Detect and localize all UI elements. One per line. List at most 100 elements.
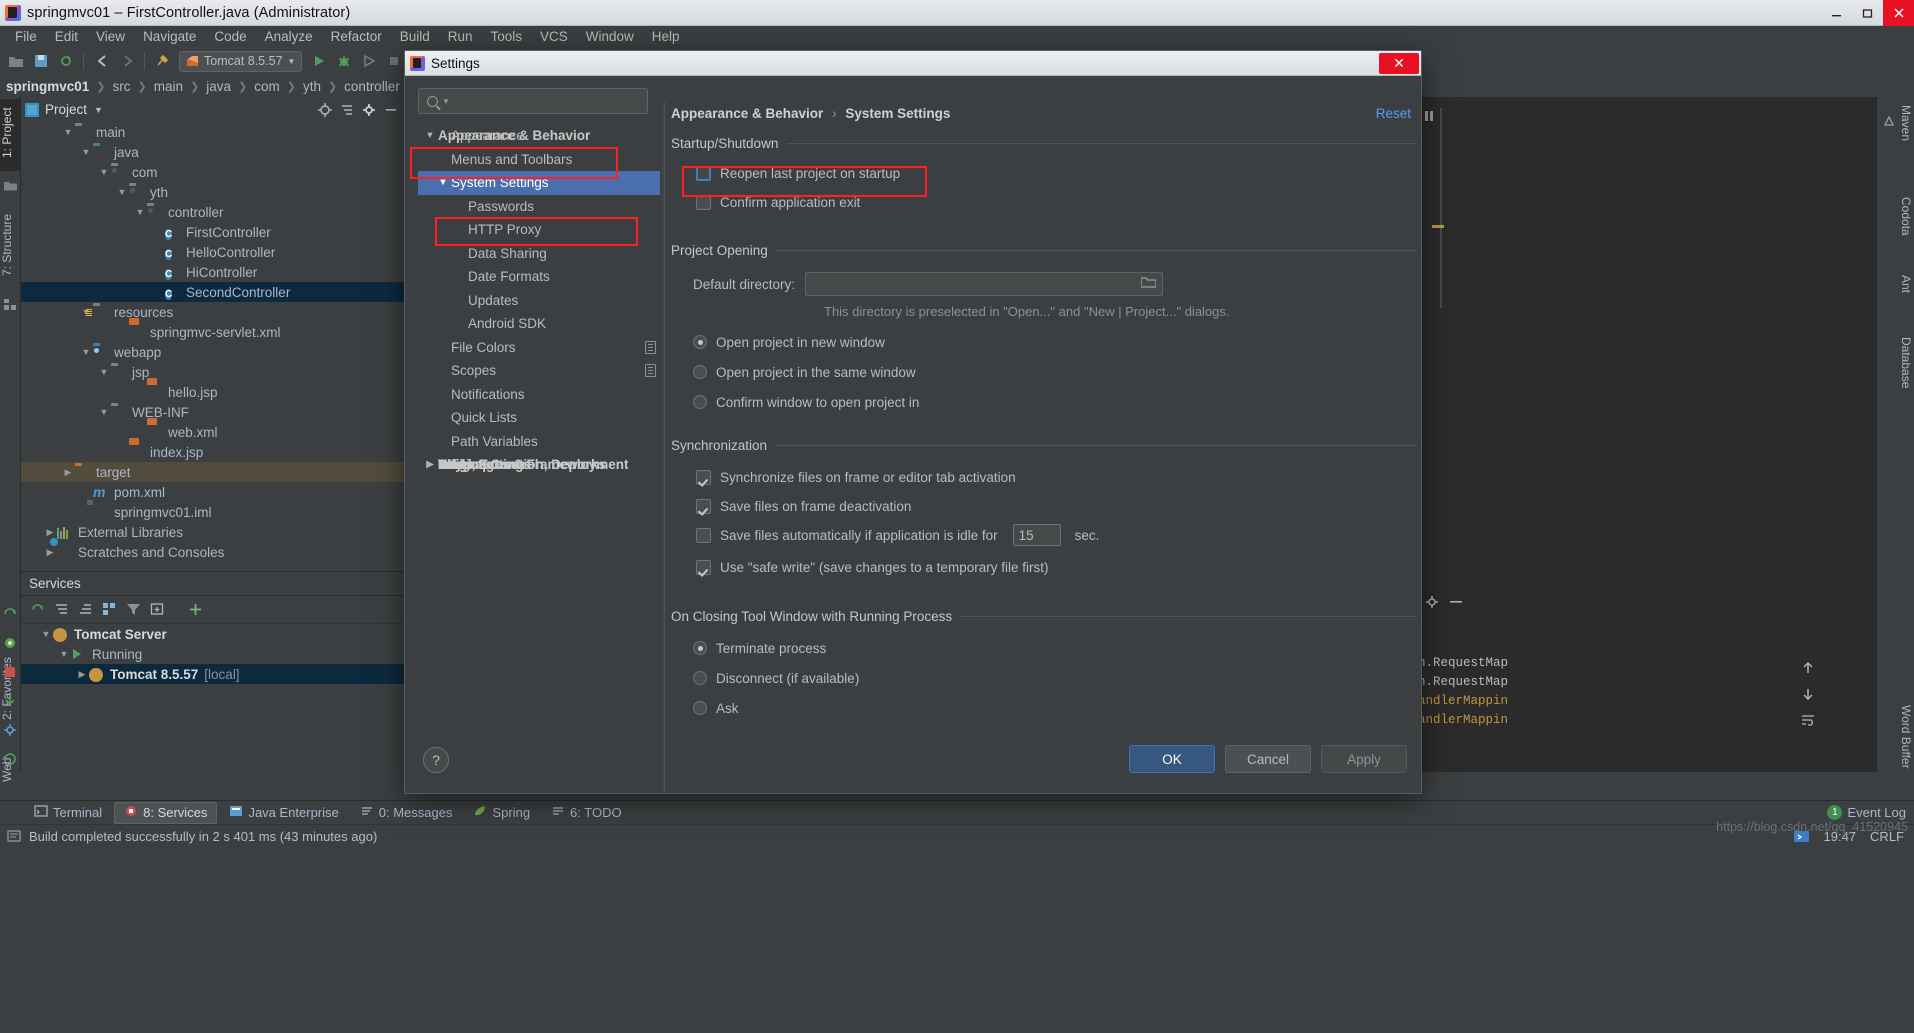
- restart-icon-side[interactable]: [2, 751, 18, 767]
- radio-box-disconnect[interactable]: [693, 671, 707, 685]
- project-tree-row[interactable]: < springmvc-servlet.xml: [21, 318, 406, 342]
- checkbox-save-automatically-idle[interactable]: Save files automatically if application …: [696, 523, 1417, 547]
- project-tree-row[interactable]: ▶ >_ Scratches and Consoles: [21, 542, 406, 562]
- tree-twisty-icon[interactable]: ▼: [61, 127, 75, 137]
- menu-code[interactable]: Code: [205, 29, 255, 44]
- project-tree-row[interactable]: ▶ target: [21, 462, 406, 482]
- menu-tools[interactable]: Tools: [482, 29, 532, 44]
- project-tree-row[interactable]: C HelloController: [21, 242, 406, 262]
- tab-services[interactable]: 8: Services: [114, 801, 218, 824]
- project-tree-row[interactable]: springmvc01.iml: [21, 502, 406, 522]
- checkbox-box-save-deactivation[interactable]: [696, 498, 711, 514]
- project-tree-row[interactable]: ▼ WEB-INF: [21, 402, 406, 422]
- project-tree-row[interactable]: ▼resources: [21, 302, 406, 322]
- sidebar-item-database[interactable]: Database: [1893, 337, 1913, 407]
- ok-button[interactable]: OK: [1129, 745, 1215, 773]
- project-tree-row[interactable]: ▶ External Libraries: [21, 522, 406, 542]
- soft-wrap-icon[interactable]: [1800, 712, 1816, 728]
- menu-run[interactable]: Run: [439, 29, 482, 44]
- radio-ask[interactable]: Ask: [693, 695, 1417, 721]
- checkbox-box-reopen[interactable]: [696, 165, 711, 181]
- project-tree-row[interactable]: ▼ controller: [21, 202, 406, 222]
- default-directory-input[interactable]: [805, 272, 1164, 296]
- tree-twisty-icon[interactable]: ▼: [97, 367, 111, 377]
- breadcrumb-item-src[interactable]: src: [113, 79, 131, 94]
- tree-twisty-icon[interactable]: ▶: [422, 459, 438, 470]
- tomcat-icon-side[interactable]: [2, 635, 18, 651]
- sidebar-item-structure[interactable]: 7: Structure: [0, 202, 21, 292]
- project-tree-row[interactable]: m pom.xml: [21, 482, 406, 502]
- settings-tree-item-android-sdk[interactable]: Android SDK: [418, 312, 660, 336]
- settings-close-button[interactable]: ✕: [1379, 52, 1419, 74]
- services-tree-row[interactable]: ▼ Running: [21, 644, 406, 664]
- settings-tree-item-date-formats[interactable]: Date Formats: [418, 265, 660, 289]
- sidebar-item-project[interactable]: 1: Project: [0, 99, 21, 171]
- tab-spring[interactable]: Spring: [464, 802, 539, 824]
- scroll-up-icon[interactable]: [1800, 660, 1816, 676]
- apply-button[interactable]: Apply: [1321, 745, 1407, 773]
- settings-tree-item-file-colors[interactable]: File Colors: [418, 336, 660, 360]
- deploy-icon-side[interactable]: [2, 693, 18, 709]
- settings-tree-item-updates[interactable]: Updates: [418, 289, 660, 313]
- project-tree-row[interactable]: < web.xml: [21, 418, 406, 442]
- radio-box-ask[interactable]: [693, 701, 707, 715]
- menu-file[interactable]: File: [6, 29, 46, 44]
- tree-twisty-icon[interactable]: ▶: [43, 527, 57, 538]
- add-icon[interactable]: [185, 600, 205, 620]
- breadcrumb-item-controller[interactable]: controller: [344, 79, 400, 94]
- collapse-all-icon-services[interactable]: [75, 600, 95, 620]
- radio-box-confirm-window[interactable]: [693, 395, 707, 409]
- run-configuration-selector[interactable]: Tomcat 8.5.57 ▼: [179, 50, 303, 72]
- menu-vcs[interactable]: VCS: [531, 29, 577, 44]
- back-arrow-icon[interactable]: [90, 50, 113, 73]
- checkbox-box-sync-activation[interactable]: [696, 469, 711, 485]
- event-log-button[interactable]: 1 Event Log: [1827, 805, 1906, 820]
- project-tree-row[interactable]: ▼ webapp: [21, 342, 406, 362]
- settings-tree-item-passwords[interactable]: Passwords: [418, 195, 660, 219]
- tab-todo[interactable]: 6: TODO: [542, 802, 631, 824]
- radio-open-in-same-window[interactable]: Open project in the same window: [693, 359, 1417, 385]
- sidebar-item-codota[interactable]: Codota: [1893, 197, 1913, 259]
- tree-twisty-icon[interactable]: ▼: [79, 347, 93, 357]
- run-with-coverage-icon[interactable]: [357, 50, 380, 73]
- save-all-icon[interactable]: [29, 50, 52, 73]
- tree-twisty-icon[interactable]: ▶: [43, 547, 57, 558]
- checkbox-reopen-last-project[interactable]: Reopen last project on startup: [696, 161, 1417, 185]
- tree-twisty-icon[interactable]: ▼: [97, 167, 111, 177]
- menu-view[interactable]: View: [87, 29, 134, 44]
- services-tree-row[interactable]: ▶ Tomcat 8.5.57 [local]: [21, 664, 406, 684]
- sidebar-item-ant[interactable]: Ant: [1893, 275, 1913, 309]
- scroll-down-icon[interactable]: [1800, 686, 1816, 702]
- folder-browse-icon[interactable]: [1140, 275, 1157, 293]
- run-icon[interactable]: [307, 50, 330, 73]
- checkbox-save-on-deactivation[interactable]: Save files on frame deactivation: [696, 494, 1417, 518]
- cancel-button[interactable]: Cancel: [1225, 745, 1311, 773]
- menu-edit[interactable]: Edit: [46, 29, 87, 44]
- menu-analyze[interactable]: Analyze: [256, 29, 322, 44]
- project-file-tree[interactable]: ▼ main ▼ java ▼ com ▼ yth ▼ controller C FirstContr…: [21, 122, 406, 562]
- close-button[interactable]: [1883, 0, 1914, 26]
- rerun-icon[interactable]: [27, 600, 47, 620]
- tab-java-enterprise[interactable]: Java Enterprise: [220, 802, 347, 824]
- project-tree-row[interactable]: C FirstController: [21, 222, 406, 242]
- checkbox-box-safe-write[interactable]: [696, 559, 711, 575]
- stop-icon[interactable]: [382, 50, 405, 73]
- radio-terminate-process[interactable]: Terminate process: [693, 635, 1417, 661]
- tree-twisty-icon[interactable]: ▼: [79, 147, 93, 157]
- rerun-icon-side[interactable]: [2, 606, 18, 622]
- editor-pause-icon[interactable]: [1424, 108, 1434, 121]
- breadcrumb-item-project[interactable]: springmvc01: [6, 79, 89, 94]
- settings-tree-item-other-settings[interactable]: ▶ Other Settings: [422, 453, 660, 477]
- project-tree-row[interactable]: C HiController: [21, 262, 406, 282]
- radio-box-terminate[interactable]: [693, 641, 707, 655]
- sidebar-item-word-buffer[interactable]: Word Buffer: [1893, 705, 1913, 791]
- checkbox-confirm-application-exit[interactable]: Confirm application exit: [696, 190, 1417, 214]
- tree-twisty-icon[interactable]: ▼: [115, 187, 129, 197]
- checkbox-box-confirm-exit[interactable]: [696, 194, 711, 210]
- settings-category-tree[interactable]: ▼ Appearance & Behavior Appearance Menus an…: [418, 124, 660, 774]
- menu-window[interactable]: Window: [577, 29, 643, 44]
- breadcrumb-item-java[interactable]: java: [206, 79, 231, 94]
- tree-twisty-icon[interactable]: ▼: [435, 177, 451, 188]
- project-tree-row[interactable]: JSP index.jsp: [21, 438, 406, 462]
- build-hammer-icon[interactable]: [151, 50, 174, 73]
